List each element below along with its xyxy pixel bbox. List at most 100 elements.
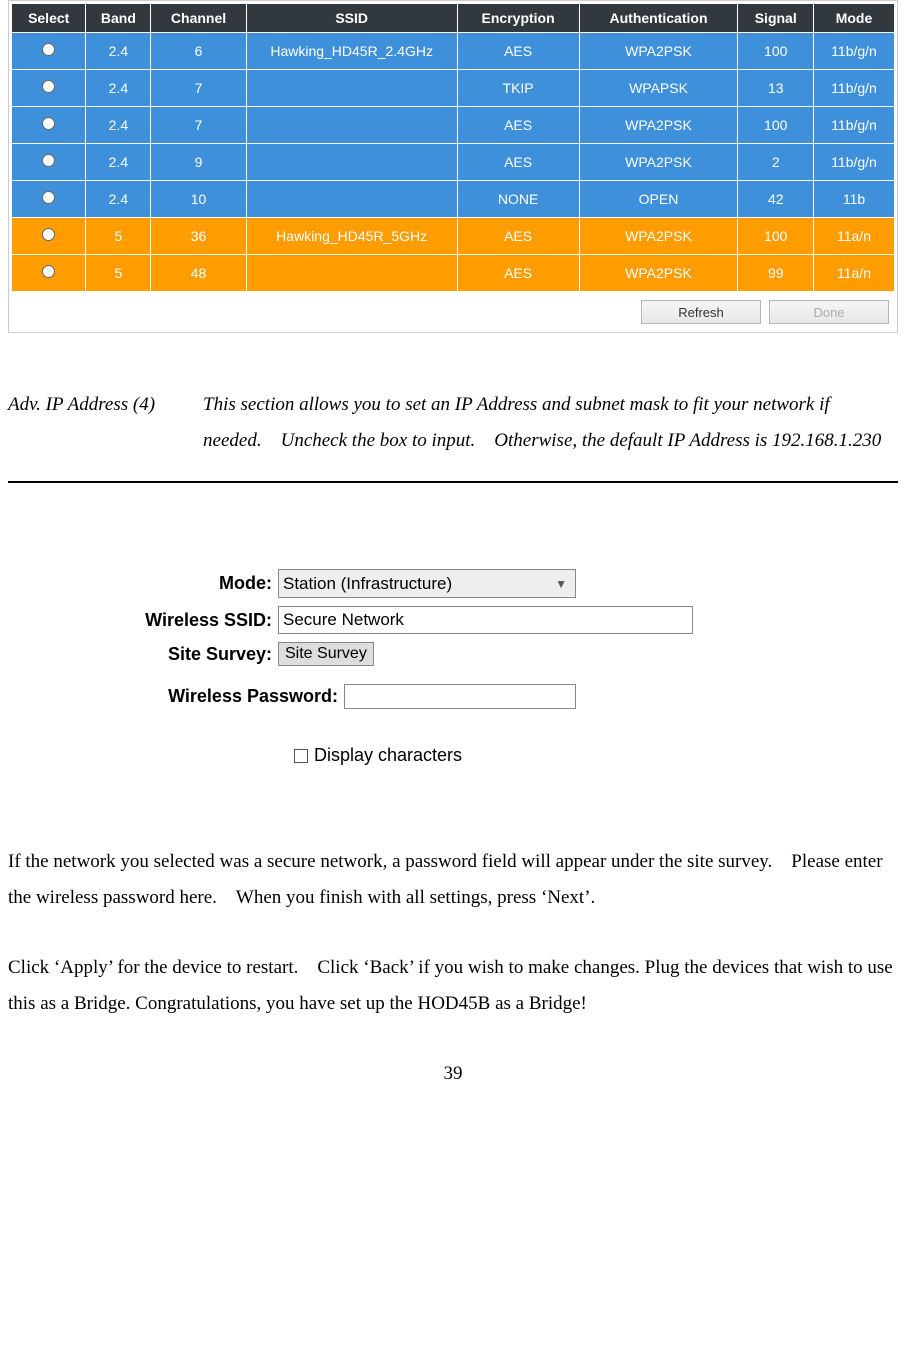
radio-icon[interactable]	[42, 80, 55, 93]
cell-band: 2.4	[86, 33, 150, 69]
th-encryption: Encryption	[458, 4, 579, 32]
cell-channel: 9	[151, 144, 245, 180]
th-authentication: Authentication	[580, 4, 738, 32]
table-row[interactable]: 536Hawking_HD45R_5GHzAESWPA2PSK10011a/n	[12, 218, 894, 254]
chevron-down-icon: ▼	[555, 577, 567, 591]
cell-ssid: Hawking_HD45R_5GHz	[247, 218, 457, 254]
cell-signal: 99	[738, 255, 813, 291]
table-row[interactable]: 548 AESWPA2PSK9911a/n	[12, 255, 894, 291]
cell-mode: 11b/g/n	[814, 107, 894, 143]
display-characters-checkbox[interactable]	[294, 749, 308, 763]
radio-icon[interactable]	[42, 154, 55, 167]
cell-enc: AES	[458, 33, 579, 69]
cell-enc: AES	[458, 218, 579, 254]
cell-signal: 100	[738, 107, 813, 143]
site-survey-table-wrap: Select Band Channel SSID Encryption Auth…	[8, 0, 898, 333]
cell-enc: NONE	[458, 181, 579, 217]
table-row[interactable]: 2.410 NONEOPEN4211b	[12, 181, 894, 217]
cell-ssid	[247, 70, 457, 106]
cell-signal: 100	[738, 33, 813, 69]
th-channel: Channel	[151, 4, 245, 32]
display-characters-label: Display characters	[314, 745, 462, 766]
cell-ssid	[247, 255, 457, 291]
page-number: 39	[8, 1063, 898, 1085]
table-row[interactable]: 2.49 AESWPA2PSK211b/g/n	[12, 144, 894, 180]
mode-select[interactable]: Station (Infrastructure) ▼	[278, 569, 576, 598]
radio-icon[interactable]	[42, 228, 55, 241]
cell-channel: 7	[151, 107, 245, 143]
select-cell[interactable]	[12, 33, 85, 69]
th-mode: Mode	[814, 4, 894, 32]
wireless-password-input[interactable]	[344, 684, 576, 709]
cell-mode: 11a/n	[814, 255, 894, 291]
cell-ssid: Hawking_HD45R_2.4GHz	[247, 33, 457, 69]
select-cell[interactable]	[12, 181, 85, 217]
cell-channel: 7	[151, 70, 245, 106]
cell-band: 2.4	[86, 144, 150, 180]
select-cell[interactable]	[12, 107, 85, 143]
cell-channel: 6	[151, 33, 245, 69]
adv-ip-label: Adv. IP Address (4)	[8, 387, 155, 459]
cell-signal: 2	[738, 144, 813, 180]
cell-mode: 11a/n	[814, 218, 894, 254]
cell-channel: 10	[151, 181, 245, 217]
table-row[interactable]: 2.47 AESWPA2PSK10011b/g/n	[12, 107, 894, 143]
cell-auth: OPEN	[580, 181, 738, 217]
cell-band: 5	[86, 255, 150, 291]
th-select: Select	[12, 4, 85, 32]
cell-mode: 11b/g/n	[814, 144, 894, 180]
site-survey-button[interactable]: Site Survey	[278, 642, 374, 666]
ssid-label: Wireless SSID:	[118, 610, 278, 631]
select-cell[interactable]	[12, 255, 85, 291]
cell-signal: 13	[738, 70, 813, 106]
mode-value: Station (Infrastructure)	[283, 574, 452, 594]
cell-auth: WPA2PSK	[580, 107, 738, 143]
cell-enc: AES	[458, 255, 579, 291]
wireless-password-label: Wireless Password:	[118, 686, 344, 707]
cell-band: 2.4	[86, 107, 150, 143]
th-band: Band	[86, 4, 150, 32]
cell-auth: WPA2PSK	[580, 218, 738, 254]
th-signal: Signal	[738, 4, 813, 32]
radio-icon[interactable]	[42, 117, 55, 130]
cell-enc: TKIP	[458, 70, 579, 106]
cell-enc: AES	[458, 107, 579, 143]
select-cell[interactable]	[12, 144, 85, 180]
cell-band: 5	[86, 218, 150, 254]
radio-icon[interactable]	[42, 191, 55, 204]
cell-enc: AES	[458, 144, 579, 180]
ssid-input[interactable]	[278, 606, 693, 634]
table-row[interactable]: 2.47 TKIPWPAPSK1311b/g/n	[12, 70, 894, 106]
select-cell[interactable]	[12, 70, 85, 106]
cell-auth: WPAPSK	[580, 70, 738, 106]
table-row[interactable]: 2.46Hawking_HD45R_2.4GHzAESWPA2PSK10011b…	[12, 33, 894, 69]
cell-channel: 36	[151, 218, 245, 254]
site-survey-table: Select Band Channel SSID Encryption Auth…	[11, 3, 895, 292]
cell-ssid	[247, 181, 457, 217]
cell-auth: WPA2PSK	[580, 255, 738, 291]
body-paragraph-2: Click ‘Apply’ for the device to restart.…	[8, 950, 898, 1022]
cell-band: 2.4	[86, 70, 150, 106]
cell-band: 2.4	[86, 181, 150, 217]
cell-channel: 48	[151, 255, 245, 291]
refresh-button[interactable]: Refresh	[641, 300, 761, 324]
body-paragraph-1: If the network you selected was a secure…	[8, 844, 898, 916]
cell-ssid	[247, 107, 457, 143]
th-ssid: SSID	[247, 4, 457, 32]
cell-mode: 11b/g/n	[814, 70, 894, 106]
cell-ssid	[247, 144, 457, 180]
cell-signal: 100	[738, 218, 813, 254]
radio-icon[interactable]	[42, 265, 55, 278]
wireless-form: Mode: Station (Infrastructure) ▼ Wireles…	[118, 569, 898, 766]
select-cell[interactable]	[12, 218, 85, 254]
cell-signal: 42	[738, 181, 813, 217]
cell-mode: 11b/g/n	[814, 33, 894, 69]
done-button[interactable]: Done	[769, 300, 889, 324]
adv-ip-body: This section allows you to set an IP Add…	[203, 387, 898, 459]
radio-icon[interactable]	[42, 43, 55, 56]
divider	[8, 481, 898, 483]
site-survey-label: Site Survey:	[118, 644, 278, 665]
cell-mode: 11b	[814, 181, 894, 217]
cell-auth: WPA2PSK	[580, 144, 738, 180]
mode-label: Mode:	[118, 573, 278, 594]
